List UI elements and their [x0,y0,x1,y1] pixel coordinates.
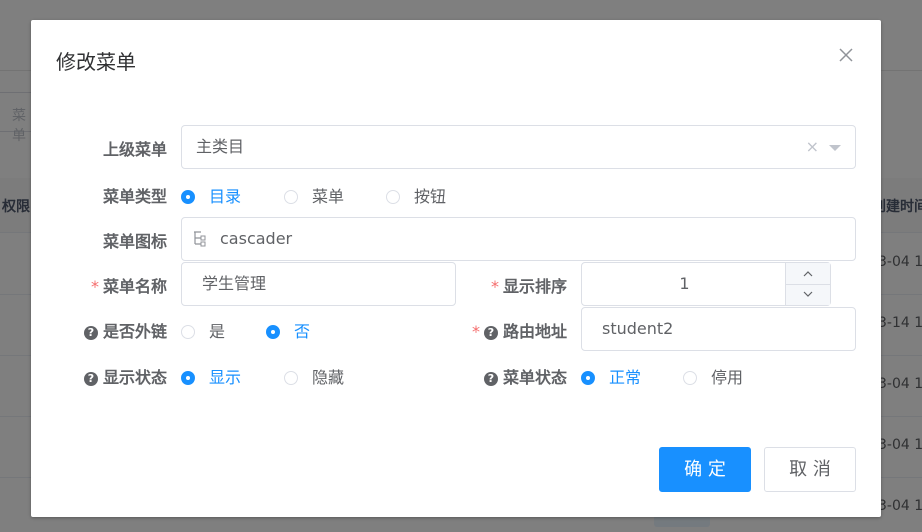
cancel-button[interactable]: 取 消 [764,447,856,492]
menu-icon-value: cascader [220,229,293,248]
radio-status-normal[interactable]: 正常 [581,364,641,388]
cascader-icon [194,231,206,247]
parent-menu-label: 上级菜单 [103,136,167,160]
question-circle-icon[interactable]: ? [83,326,98,340]
external-link-label: ? 是否外链 [83,318,167,342]
parent-menu-select[interactable]: 主类目 × [181,125,856,169]
radio-unchecked-icon [284,371,298,385]
menu-icon-label-text: 菜单图标 [102,232,167,251]
stepper-increase-button[interactable] [786,263,830,285]
menu-name-value: 学生管理 [202,274,267,293]
radio-unchecked-icon [386,190,400,204]
confirm-button[interactable]: 确 定 [659,447,751,492]
sort-order-label-text: 显示排序 [502,277,567,296]
radio-checked-icon [581,371,595,385]
sort-order-stepper[interactable]: 1 [581,262,831,306]
route-path-value: student2 [602,319,674,338]
parent-menu-label-text: 上级菜单 [102,140,167,159]
radio-menu-type-menu[interactable]: 菜单 [284,183,344,207]
radio-status-disabled[interactable]: 停用 [683,364,743,388]
radio-checked-icon [266,325,280,339]
radio-external-no[interactable]: 否 [266,318,310,342]
visible-label: ? 显示状态 [83,364,167,388]
radio-menu-type-directory[interactable]: 目录 [181,183,241,207]
radio-label: 正常 [609,368,642,387]
question-circle-icon[interactable]: ? [483,326,498,340]
radio-label: 是 [209,322,226,341]
radio-label: 隐藏 [312,368,345,387]
stepper-decrease-button[interactable] [786,284,830,305]
menu-name-input[interactable]: 学生管理 [181,262,456,306]
radio-menu-type-button[interactable]: 按钮 [386,183,446,207]
radio-unchecked-icon [181,325,195,339]
sort-order-label: * 显示排序 [491,273,567,297]
external-link-label-text: 是否外链 [102,322,167,341]
close-icon[interactable] [835,44,857,66]
visible-label-text: 显示状态 [102,368,167,387]
radio-label: 按钮 [414,187,447,206]
radio-checked-icon [181,371,195,385]
required-mark: * [90,277,99,296]
chevron-up-icon [803,271,813,277]
route-path-label-text: 路由地址 [502,322,567,341]
chevron-down-icon [803,291,813,297]
clear-icon[interactable]: × [806,126,819,168]
question-circle-icon[interactable]: ? [483,372,498,386]
required-mark: * [490,277,499,296]
radio-unchecked-icon [284,190,298,204]
menu-type-label: 菜单类型 [103,183,167,207]
status-label: ? 菜单状态 [483,364,567,388]
radio-label: 停用 [711,368,744,387]
route-path-input[interactable]: student2 [581,307,856,351]
sort-order-value[interactable]: 1 [582,263,787,305]
radio-label: 目录 [209,187,242,206]
dialog-title: 修改菜单 [56,50,136,74]
radio-label: 否 [294,322,311,341]
menu-icon-label: 菜单图标 [103,228,167,252]
required-mark: * [471,322,480,341]
edit-menu-dialog: 修改菜单 上级菜单 主类目 × 菜单类型 目录 菜单 按钮 菜单图标 casca… [31,20,881,517]
stepper-buttons [785,263,830,305]
radio-unchecked-icon [683,371,697,385]
radio-external-yes[interactable]: 是 [181,318,225,342]
menu-type-label-text: 菜单类型 [102,187,167,206]
radio-visible-show[interactable]: 显示 [181,364,241,388]
radio-checked-icon [181,190,195,204]
menu-icon-input[interactable]: cascader [181,217,856,261]
status-label-text: 菜单状态 [502,368,567,387]
radio-visible-hide[interactable]: 隐藏 [284,364,344,388]
radio-label: 菜单 [312,187,345,206]
parent-menu-value: 主类目 [196,137,245,156]
route-path-label: *? 路由地址 [472,318,567,342]
caret-down-icon[interactable] [829,145,841,151]
menu-name-label-text: 菜单名称 [102,277,167,296]
question-circle-icon[interactable]: ? [83,372,98,386]
radio-label: 显示 [209,368,242,387]
menu-name-label: * 菜单名称 [91,273,167,297]
